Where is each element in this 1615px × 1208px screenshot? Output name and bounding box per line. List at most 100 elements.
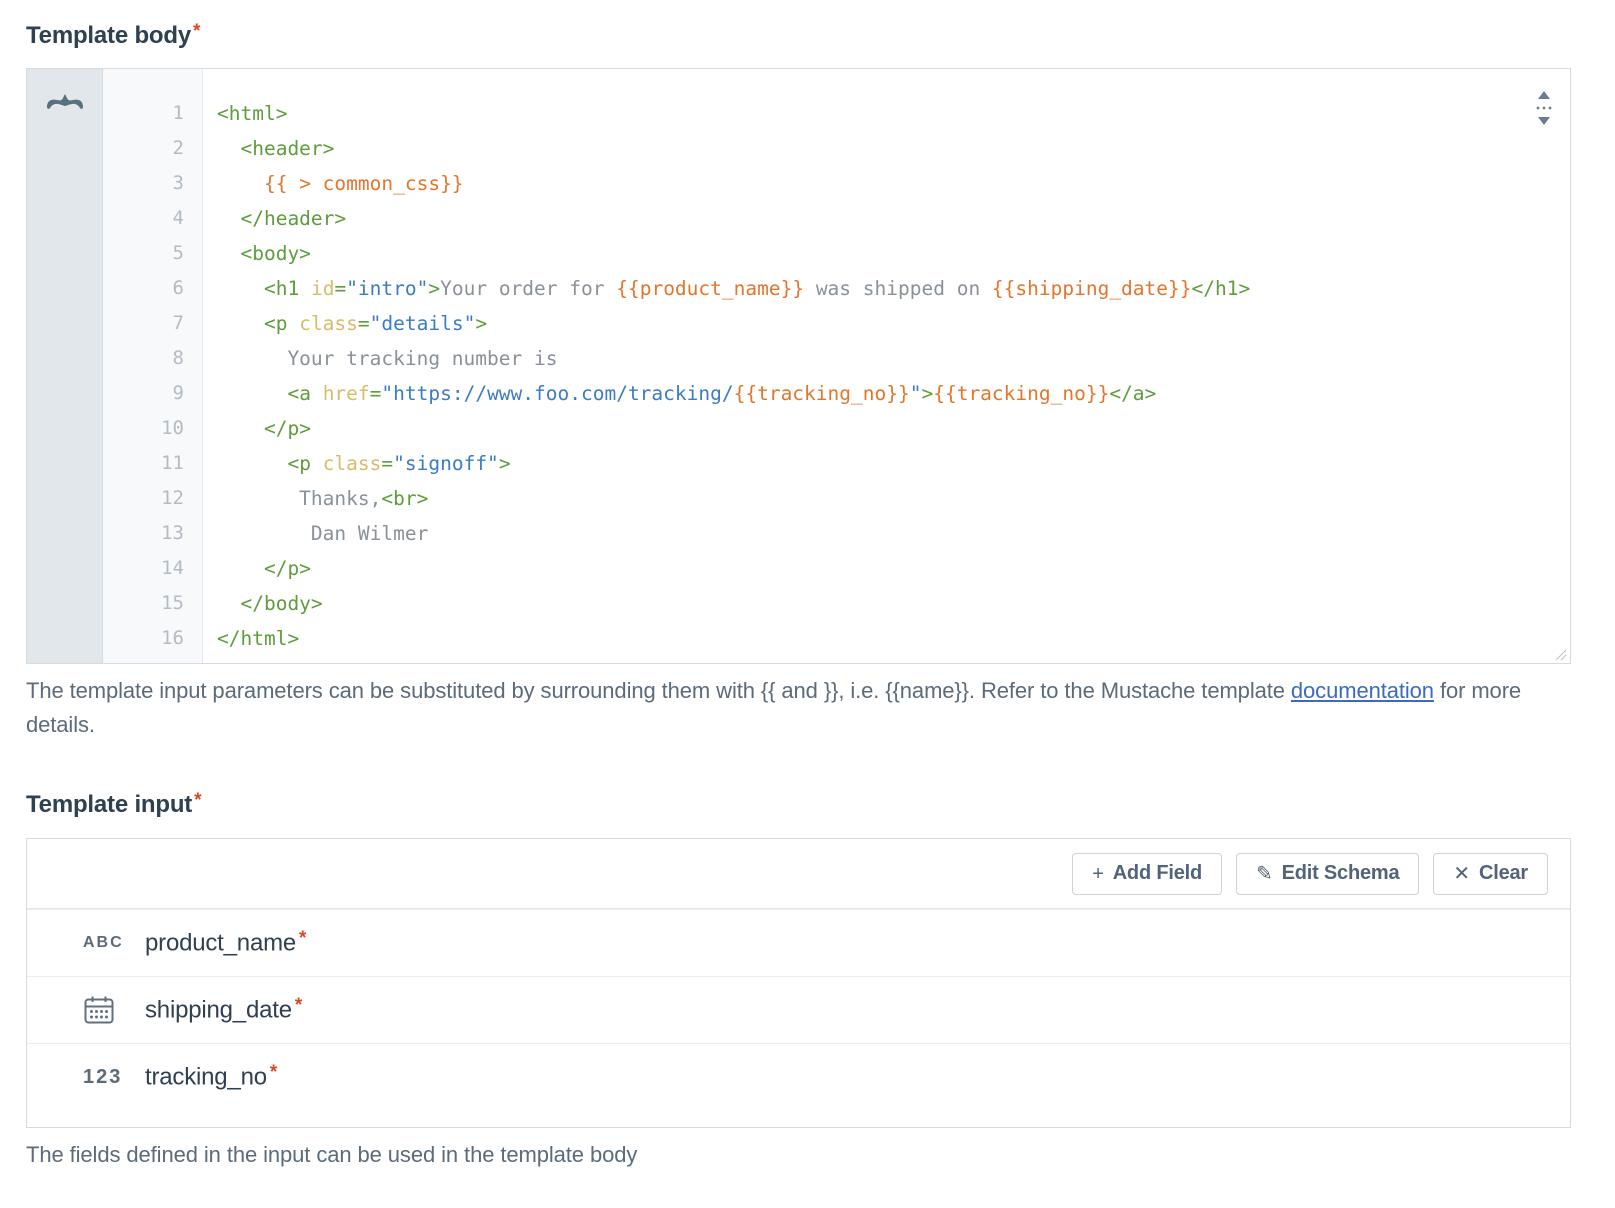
template-input-field-row[interactable]: shipping_date* [27, 976, 1570, 1043]
code-token-tag: <html> [217, 102, 287, 125]
code-line: </header> [217, 201, 1570, 236]
line-number: 7 [103, 306, 184, 341]
line-number: 13 [103, 516, 184, 551]
code-content[interactable]: <html> <header> {{ > common_css}} </head… [203, 69, 1570, 663]
line-number: 8 [103, 341, 184, 376]
code-line: <header> [217, 131, 1570, 166]
code-token-val: "intro" [346, 277, 428, 300]
template-body-required-star: * [193, 21, 200, 42]
abc-icon-label: ABC [83, 934, 124, 952]
code-token-tag: <a [287, 382, 310, 405]
code-token-tag: </p> [264, 417, 311, 440]
code-token-val: " [910, 382, 922, 405]
mustache-icon [45, 93, 85, 663]
code-token-text [217, 557, 264, 580]
123-icon: 123 [83, 1066, 145, 1089]
code-token-text: was shipped on [804, 277, 992, 300]
field-name-wrap: tracking_no* [145, 1062, 277, 1091]
code-token-text: Your order for [440, 277, 616, 300]
code-token-text [217, 172, 264, 195]
template-input-field-row[interactable]: ABC product_name* [27, 909, 1570, 976]
code-token-tag: <br> [381, 487, 428, 510]
code-token-text [217, 277, 264, 300]
template-input-toolbar: + Add Field ✎ Edit Schema ✕ Clear [27, 839, 1570, 909]
line-number: 14 [103, 551, 184, 586]
code-token-must: {{product_name}} [616, 277, 804, 300]
documentation-link[interactable]: documentation [1291, 678, 1434, 703]
field-name-wrap: shipping_date* [145, 995, 302, 1024]
calendar-icon [83, 995, 145, 1025]
field-name-wrap: product_name* [145, 928, 306, 957]
code-token-text [311, 452, 323, 475]
code-token-tag: </a> [1109, 382, 1156, 405]
code-token-attr: class [299, 312, 358, 335]
code-token-val: "https://www.foo.com/tracking/ [381, 382, 733, 405]
code-line: <p class="details"> [217, 306, 1570, 341]
template-input-helper-text: The fields defined in the input can be u… [26, 1138, 1226, 1172]
code-line: <p class="signoff"> [217, 446, 1570, 481]
code-token-tag: <header> [240, 137, 334, 160]
field-required-star: * [299, 928, 306, 949]
code-token-val: "details" [370, 312, 476, 335]
editor-line-numbers: 1 2 3 4 5 6 7 8 9 10 11 12 13 14 15 16 [103, 69, 203, 663]
code-token-text [217, 312, 264, 335]
resize-grip-icon[interactable] [1555, 648, 1567, 660]
code-token-text [217, 207, 240, 230]
line-number: 6 [103, 271, 184, 306]
template-input-panel: + Add Field ✎ Edit Schema ✕ Clear ABC pr… [26, 838, 1571, 1128]
close-icon: ✕ [1453, 864, 1470, 884]
vertical-drag-handle-icon[interactable] [1534, 91, 1554, 125]
line-number: 9 [103, 376, 184, 411]
plus-icon: + [1092, 864, 1103, 884]
clear-button[interactable]: ✕ Clear [1433, 853, 1548, 895]
code-token-tag: <p [264, 312, 287, 335]
code-line: Dan Wilmer [217, 516, 1570, 551]
code-line: </body> [217, 586, 1570, 621]
code-line: <h1 id="intro">Your order for {{product_… [217, 271, 1570, 306]
field-required-star: * [295, 995, 302, 1016]
template-input-field-row[interactable]: 123 tracking_no* [27, 1043, 1570, 1110]
code-token-attr: class [323, 452, 382, 475]
edit-schema-button[interactable]: ✎ Edit Schema [1236, 853, 1419, 895]
template-input-label: Template input [26, 791, 192, 819]
template-body-editor[interactable]: 1 2 3 4 5 6 7 8 9 10 11 12 13 14 15 16 <… [26, 68, 1571, 664]
template-body-helper-text: The template input parameters can be sub… [26, 674, 1526, 742]
template-body-label: Template body [26, 22, 191, 50]
line-number: 11 [103, 446, 184, 481]
code-token-tag: <body> [240, 242, 310, 265]
template-input-label-wrap: Template input* [26, 791, 202, 819]
edit-schema-label: Edit Schema [1282, 862, 1400, 885]
add-field-button[interactable]: + Add Field [1072, 853, 1222, 895]
code-line: {{ > common_css}} [217, 166, 1570, 201]
code-token-tag: > [921, 382, 933, 405]
helper-text-part1: The template input parameters can be sub… [26, 678, 1291, 703]
code-token-tag: </body> [240, 592, 322, 615]
field-name: tracking_no [145, 1064, 267, 1091]
code-token-tag: </p> [264, 557, 311, 580]
code-token-text [217, 242, 240, 265]
code-token-tag: = [370, 382, 382, 405]
code-token-text [217, 592, 240, 615]
field-required-star: * [270, 1062, 277, 1083]
code-token-tag: > [499, 452, 511, 475]
code-line: </p> [217, 411, 1570, 446]
code-token-tag: </header> [240, 207, 346, 230]
template-input-required-star: * [194, 790, 201, 811]
code-token-tag: = [381, 452, 393, 475]
code-token-tag: > [475, 312, 487, 335]
abc-icon: ABC [83, 934, 145, 952]
template-body-label-wrap: Template body* [26, 22, 200, 50]
code-line: </p> [217, 551, 1570, 586]
code-token-text [299, 277, 311, 300]
code-token-text: Thanks, [217, 487, 381, 510]
code-token-must: {{tracking_no}} [933, 382, 1109, 405]
123-icon-label: 123 [83, 1066, 122, 1089]
code-token-tag: </h1> [1192, 277, 1251, 300]
code-line: </html> [217, 621, 1570, 656]
line-number: 2 [103, 131, 184, 166]
code-token-tag: </html> [217, 627, 299, 650]
line-number: 10 [103, 411, 184, 446]
code-token-attr: id [311, 277, 334, 300]
line-number: 12 [103, 481, 184, 516]
line-number: 4 [103, 201, 184, 236]
